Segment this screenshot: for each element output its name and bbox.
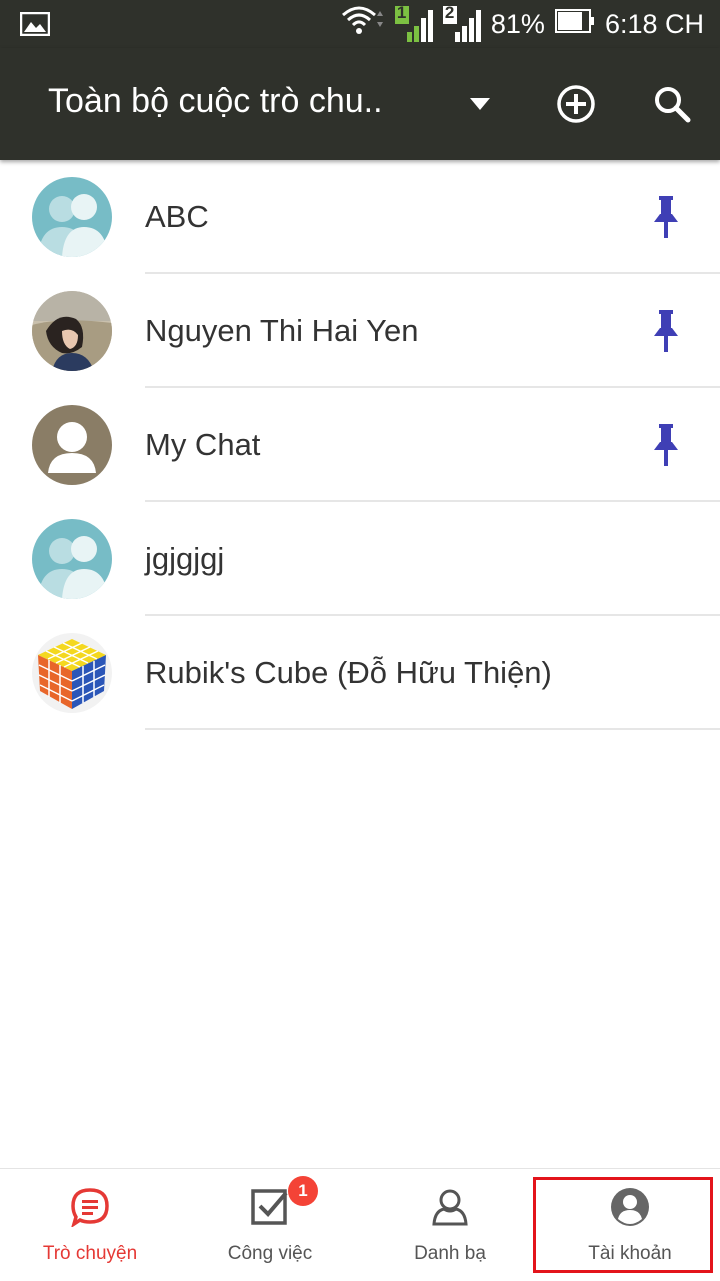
rubik-avatar bbox=[32, 633, 112, 713]
divider bbox=[145, 728, 720, 730]
tab-contacts[interactable]: Danh bạ bbox=[360, 1169, 540, 1281]
tab-label: Công việc bbox=[227, 1243, 313, 1264]
tab-label: Trò chuyện bbox=[42, 1243, 138, 1264]
chevron-down-icon[interactable] bbox=[464, 92, 496, 116]
pin-icon[interactable] bbox=[650, 424, 682, 466]
person-avatar bbox=[32, 405, 112, 485]
conversation-item[interactable]: Rubik's Cube (Đỗ Hữu Thiện) bbox=[0, 616, 720, 730]
battery-percent: 81% bbox=[490, 8, 545, 39]
chat-icon bbox=[70, 1187, 110, 1229]
conversation-filter-title[interactable]: Toàn bộ cuộc trò chu.. bbox=[48, 82, 383, 121]
app-bar: Toàn bộ cuộc trò chu.. bbox=[0, 48, 720, 160]
conversation-item[interactable]: ABC bbox=[0, 160, 720, 274]
add-circle-icon[interactable] bbox=[548, 76, 604, 132]
photo-avatar bbox=[32, 291, 112, 371]
tab-tasks[interactable]: Công việc bbox=[180, 1169, 360, 1281]
sim2-label: 2 bbox=[444, 3, 455, 22]
conversation-item[interactable]: jgjgjgj bbox=[0, 502, 720, 616]
wifi-icon bbox=[341, 5, 385, 44]
tasks-badge: 1 bbox=[288, 1176, 318, 1206]
conversation-name: My Chat bbox=[145, 427, 261, 462]
conversation-name: ABC bbox=[145, 199, 209, 234]
conversation-item[interactable]: Nguyen Thi Hai Yen bbox=[0, 274, 720, 388]
signal-sim1-icon: 1 bbox=[394, 3, 433, 42]
tab-chat[interactable]: Trò chuyện bbox=[0, 1169, 180, 1281]
group-avatar bbox=[32, 177, 112, 257]
conversation-item[interactable]: My Chat bbox=[0, 388, 720, 502]
conversation-name: jgjgjgj bbox=[145, 541, 225, 576]
highlight-box bbox=[533, 1177, 713, 1273]
pin-icon[interactable] bbox=[650, 196, 682, 238]
clock: 6:18 CH bbox=[604, 8, 704, 39]
conversation-name: Rubik's Cube (Đỗ Hữu Thiện) bbox=[145, 655, 552, 690]
task-icon bbox=[250, 1187, 290, 1227]
battery-icon bbox=[554, 8, 595, 41]
conversation-name: Nguyen Thi Hai Yen bbox=[145, 313, 419, 348]
pin-icon[interactable] bbox=[650, 310, 682, 352]
sim1-label: 1 bbox=[396, 3, 407, 22]
contacts-icon bbox=[430, 1187, 470, 1227]
search-icon[interactable] bbox=[644, 76, 700, 132]
status-bar: 1 2 81% 6:18 CH bbox=[0, 0, 720, 48]
signal-sim2-icon: 2 bbox=[442, 3, 481, 42]
gallery-notification-icon bbox=[19, 11, 51, 41]
tab-label: Danh bạ bbox=[414, 1243, 486, 1264]
group-avatar bbox=[32, 519, 112, 599]
conversation-list: ABC Nguyen Thi Hai Yen My Chat jgjgjgj R… bbox=[0, 160, 720, 730]
